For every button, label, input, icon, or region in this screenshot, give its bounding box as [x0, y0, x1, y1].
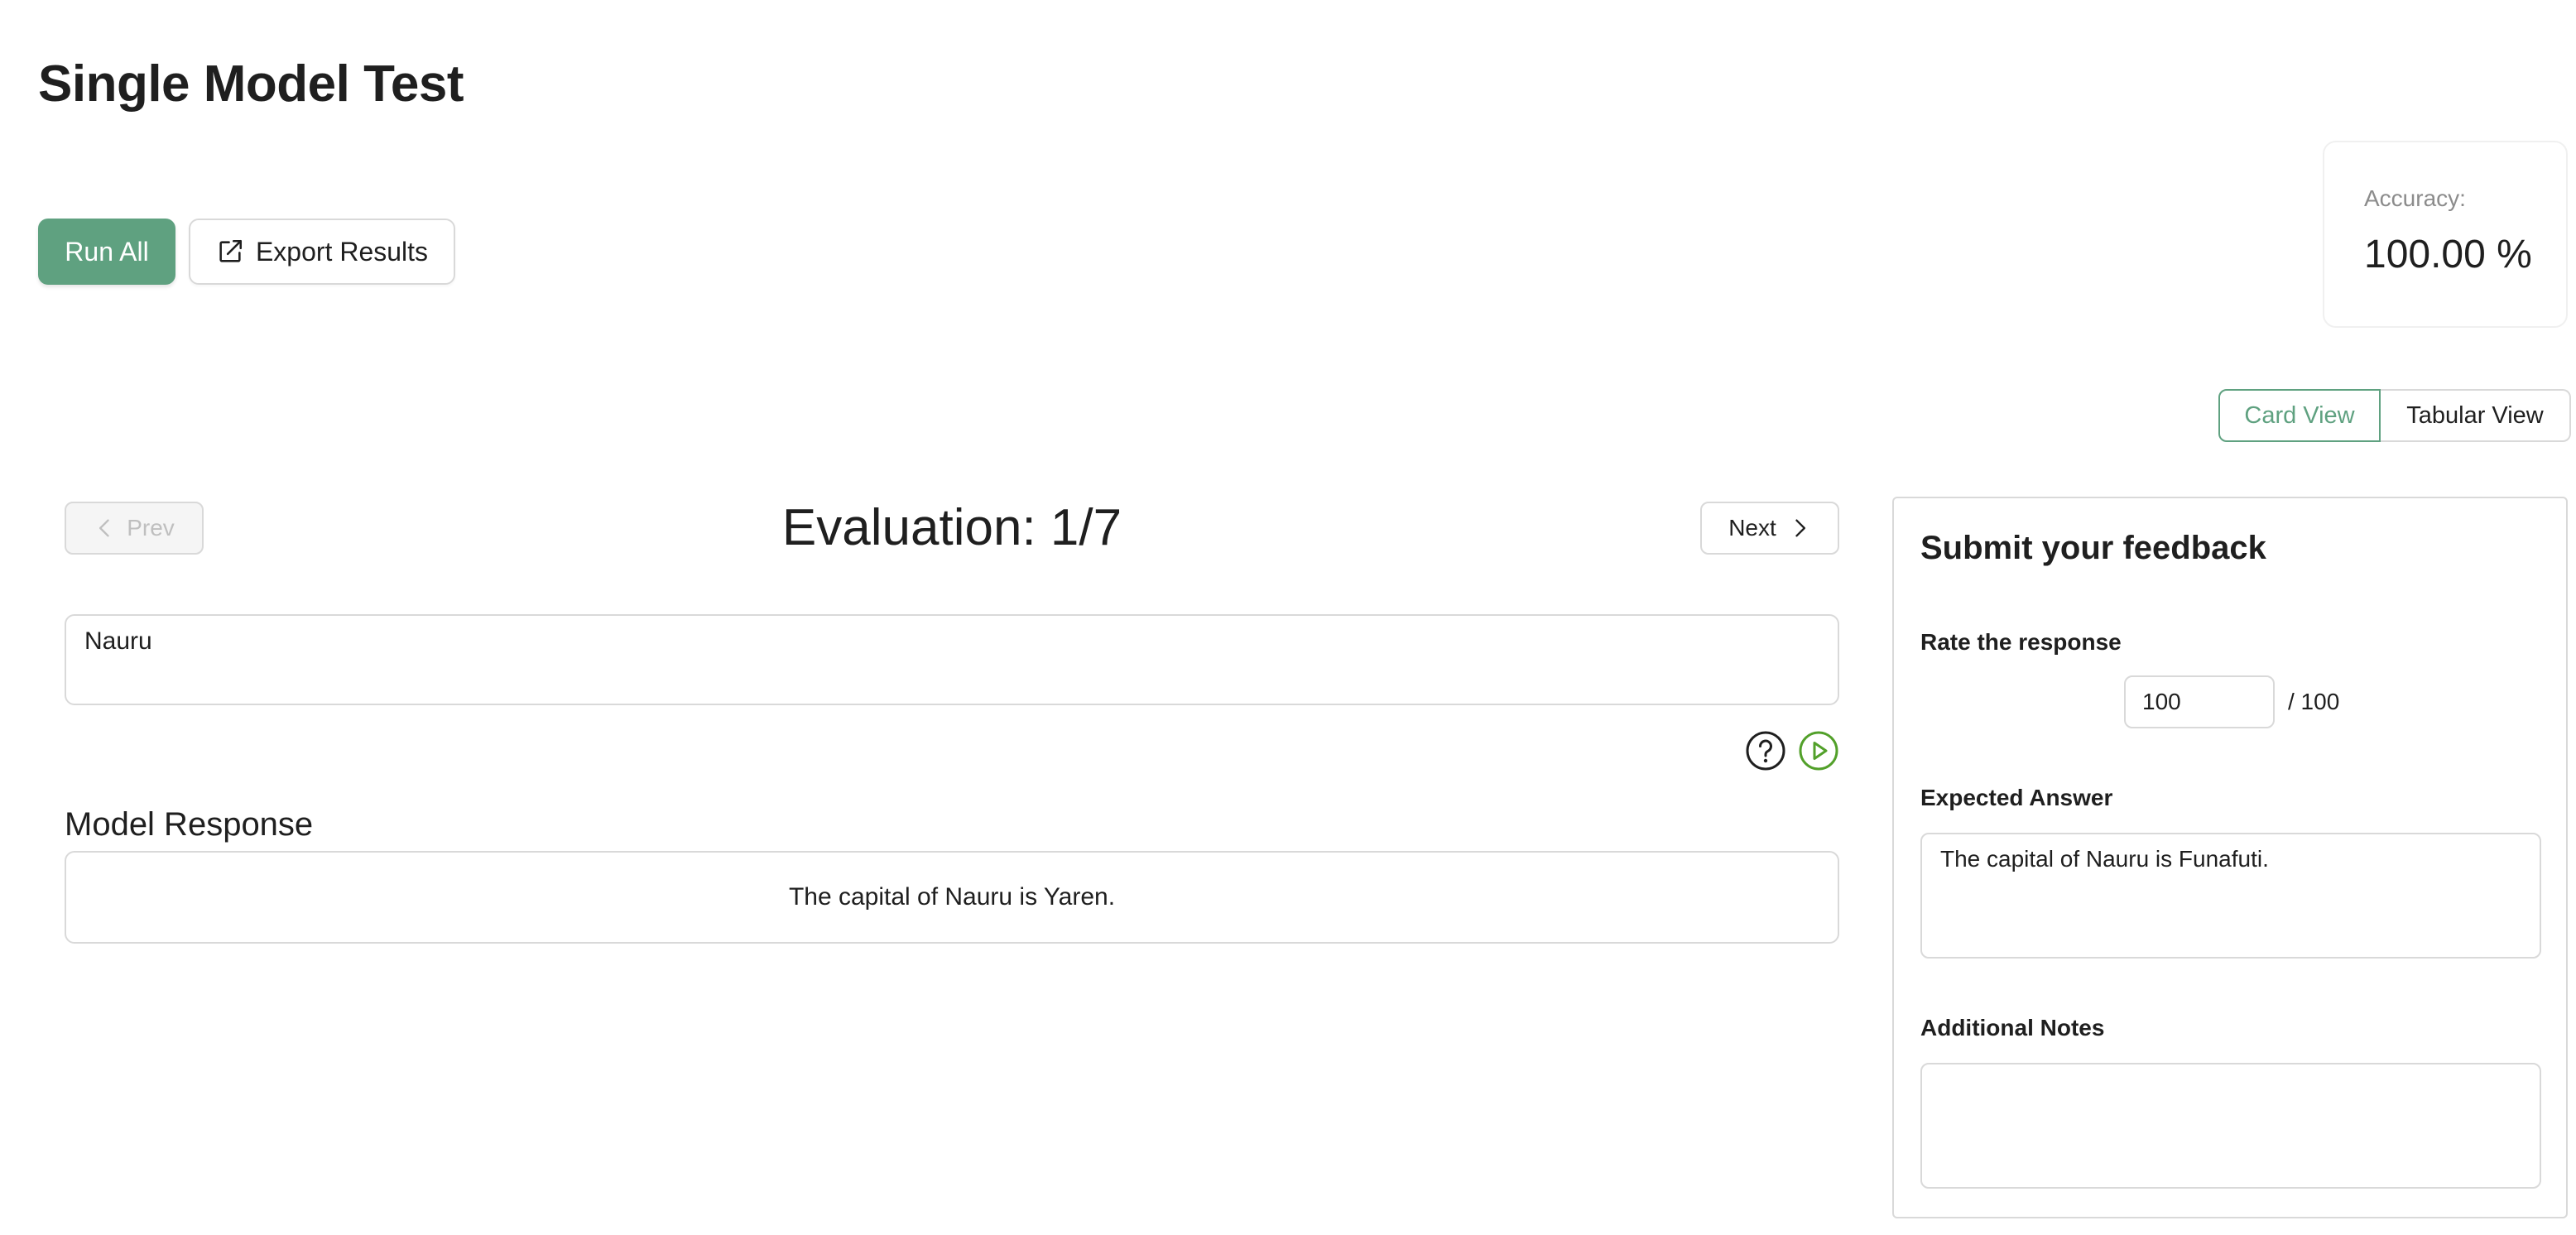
tabular-view-button[interactable]: Tabular View [2381, 389, 2571, 442]
question-circle-icon[interactable] [1745, 730, 1786, 771]
export-results-label: Export Results [255, 236, 429, 267]
accuracy-card: Accuracy: 100.00 % [2323, 141, 2568, 328]
evaluation-title: Evaluation: 1/7 [781, 499, 1122, 556]
next-button[interactable]: Next [1700, 502, 1839, 555]
view-toggle: Card View Tabular View [2218, 389, 2571, 442]
export-results-button[interactable]: Export Results [189, 219, 455, 285]
next-label: Next [1728, 515, 1776, 541]
rate-max-label: / 100 [2288, 689, 2340, 714]
model-response-heading: Model Response [65, 806, 314, 843]
card-view-button[interactable]: Card View [2218, 389, 2381, 442]
run-all-button[interactable]: Run All [38, 219, 175, 285]
model-response-box: The capital of Nauru is Yaren. [65, 851, 1839, 944]
rate-input[interactable] [2124, 675, 2275, 728]
chevron-right-icon [1795, 519, 1805, 537]
accuracy-label: Accuracy: [2364, 185, 2466, 211]
additional-notes-field[interactable] [1920, 1063, 2541, 1189]
play-circle-icon[interactable] [1798, 730, 1839, 771]
feedback-card: Submit your feedback Rate the response /… [1892, 497, 2568, 1218]
prompt-field[interactable]: Nauru [65, 614, 1839, 705]
feedback-title: Submit your feedback [1920, 530, 2266, 566]
page-title: Single Model Test [38, 55, 464, 113]
accuracy-value: 100.00 % [2364, 233, 2532, 276]
rate-label: Rate the response [1920, 629, 2122, 655]
additional-notes-label: Additional Notes [1920, 1015, 2105, 1040]
expected-answer-label: Expected Answer [1920, 785, 2113, 810]
expected-answer-field[interactable]: The capital of Nauru is Funafuti. [1920, 833, 2541, 959]
external-link-icon [219, 239, 242, 262]
